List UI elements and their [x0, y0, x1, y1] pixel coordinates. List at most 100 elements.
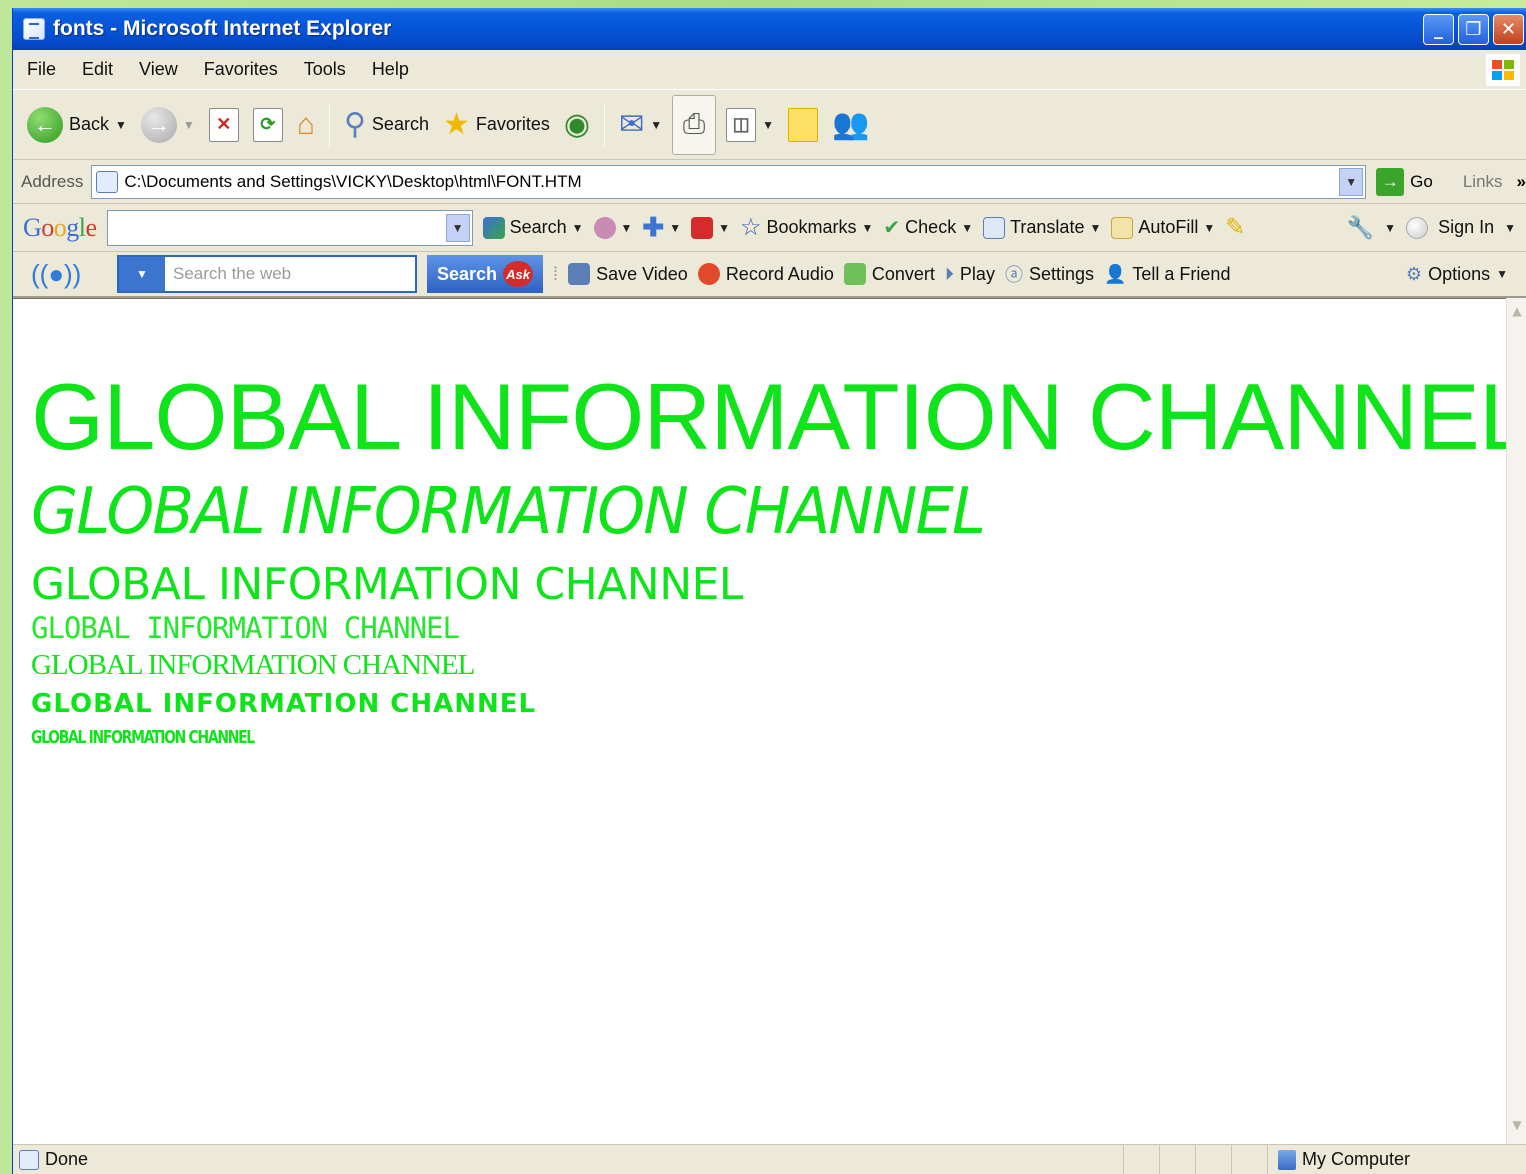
search-engine-picker-icon[interactable]: ▼: [119, 257, 165, 291]
printer-icon: ⎙: [682, 108, 706, 139]
refresh-button[interactable]: ⟳: [249, 97, 287, 153]
google-search-label: Search: [509, 217, 567, 237]
google-search-dropdown[interactable]: ▼: [572, 221, 584, 235]
edit-button[interactable]: ◫ ▼: [722, 97, 778, 153]
spellcheck-button[interactable]: ✔ Check ▼: [883, 215, 973, 240]
messenger-button[interactable]: 👥: [828, 97, 873, 153]
mail-dropdown-icon[interactable]: ▼: [650, 118, 662, 132]
bookmarks-button[interactable]: ☆ Bookmarks ▼: [740, 213, 873, 242]
maximize-button[interactable]: ❐: [1458, 14, 1489, 45]
go-button[interactable]: → Go: [1376, 167, 1433, 196]
menu-favorites[interactable]: Favorites: [204, 59, 278, 80]
page-done-icon: [19, 1149, 39, 1170]
ask-search-input[interactable]: Search the web: [165, 264, 415, 284]
save-video-label: Save Video: [596, 263, 688, 284]
scroll-down-icon[interactable]: ▼: [1509, 1118, 1525, 1136]
pagerank-button[interactable]: ▼: [593, 216, 633, 239]
google-search-button[interactable]: Search ▼: [482, 216, 584, 239]
highlighter-icon[interactable]: ✎: [1225, 213, 1245, 242]
sign-in-dropdown[interactable]: ▼: [1504, 221, 1516, 235]
media-button[interactable]: ◉: [560, 97, 594, 153]
convert-icon: [843, 263, 866, 285]
sign-in-button[interactable]: Sign In: [1438, 217, 1494, 238]
sign-in-icon: [1406, 216, 1429, 239]
close-button[interactable]: ✕: [1493, 14, 1524, 45]
heading-line-5: GLOBAL INFORMATION CHANNEL: [31, 649, 475, 681]
options-dropdown[interactable]: ▼: [1496, 267, 1508, 281]
play-button[interactable]: ⏵ Play: [945, 264, 995, 285]
forward-dropdown-icon[interactable]: ▼: [183, 118, 195, 132]
autofill-button[interactable]: AutoFill ▼: [1111, 216, 1215, 239]
pagerank-dropdown[interactable]: ▼: [621, 221, 633, 235]
links-button[interactable]: Links: [1463, 172, 1503, 192]
status-text: Done: [45, 1149, 89, 1169]
edit-dropdown-icon[interactable]: ▼: [762, 118, 774, 132]
wrench-settings-icon[interactable]: 🔧: [1347, 215, 1374, 241]
translate-button[interactable]: Translate ▼: [983, 216, 1101, 239]
google-search-dropdown-icon[interactable]: ▼: [445, 213, 470, 242]
mail-button[interactable]: ✉ ▼: [615, 97, 666, 153]
google-search-input[interactable]: ▼: [106, 209, 473, 246]
go-arrow-icon: →: [1376, 167, 1405, 196]
my-computer-icon: [1278, 1149, 1296, 1170]
settings-dropdown[interactable]: ▼: [1384, 221, 1396, 235]
ask-search-button[interactable]: Search Ask: [427, 255, 544, 293]
status-cell: [1159, 1145, 1195, 1174]
google-toolbar: Google ▼ Search ▼ ▼ ✚ ▼ ▼ ☆ Bookmarks ▼ …: [13, 204, 1526, 252]
back-dropdown-icon[interactable]: ▼: [115, 118, 127, 132]
check-dropdown[interactable]: ▼: [961, 221, 973, 235]
address-input[interactable]: C:\Documents and Settings\VICKY\Desktop\…: [91, 164, 1367, 199]
back-button[interactable]: ← Back ▼: [23, 97, 131, 153]
popup-blocker-dropdown[interactable]: ▼: [718, 221, 730, 235]
print-button[interactable]: ⎙: [672, 94, 717, 155]
favorites-button[interactable]: ★ Favorites: [439, 97, 554, 153]
messenger-icon: 👥: [832, 107, 870, 141]
bookmarks-star-icon: ☆: [739, 214, 762, 241]
translate-dropdown[interactable]: ▼: [1089, 221, 1101, 235]
record-audio-button[interactable]: Record Audio: [697, 263, 834, 285]
check-label: Check: [905, 217, 957, 237]
notes-icon: [788, 107, 819, 142]
windows-logo-icon: [1486, 54, 1520, 86]
forward-button[interactable]: → ▼: [137, 97, 199, 153]
save-video-button[interactable]: Save Video: [568, 263, 688, 285]
settings-button[interactable]: ⓐ Settings: [1005, 261, 1094, 287]
menu-edit[interactable]: Edit: [82, 59, 113, 80]
menu-help[interactable]: Help: [372, 59, 409, 80]
tell-a-friend-button[interactable]: 👤 Tell a Friend: [1104, 264, 1230, 285]
google-logo: Google: [23, 212, 97, 242]
menu-view[interactable]: View: [139, 59, 178, 80]
address-dropdown-icon[interactable]: ▼: [1339, 167, 1364, 196]
search-icon: ⚲: [343, 107, 366, 141]
radio-signal-icon[interactable]: ((●)): [31, 259, 107, 290]
home-button[interactable]: ⌂: [293, 97, 319, 153]
page-icon: [96, 170, 119, 193]
person-icon: 👤: [1103, 263, 1127, 284]
convert-label: Convert: [871, 263, 935, 284]
stop-button[interactable]: ✕: [205, 97, 243, 153]
settings-label: Settings: [1028, 263, 1094, 284]
vertical-scrollbar[interactable]: ▲ ▼: [1506, 298, 1526, 1144]
minimize-button[interactable]: _: [1423, 14, 1454, 45]
title-bar[interactable]: fonts - Microsoft Internet Explorer _ ❐ …: [13, 8, 1526, 50]
toolbar-separator: [328, 102, 330, 147]
bookmarks-dropdown[interactable]: ▼: [862, 221, 874, 235]
toolbar-separator: [604, 102, 606, 147]
home-icon: ⌂: [296, 107, 315, 141]
notes-button[interactable]: [784, 97, 822, 153]
options-button[interactable]: ⚙ Options ▼: [1406, 264, 1508, 285]
autofill-dropdown[interactable]: ▼: [1203, 221, 1215, 235]
address-bar: Address C:\Documents and Settings\VICKY\…: [13, 160, 1526, 204]
menu-file[interactable]: File: [27, 59, 56, 80]
toolbar-chevron-icon[interactable]: »: [1517, 172, 1526, 192]
search-button[interactable]: ⚲ Search: [340, 97, 433, 153]
menu-tools[interactable]: Tools: [304, 59, 346, 80]
convert-button[interactable]: Convert: [843, 263, 935, 285]
go-label: Go: [1410, 171, 1433, 191]
media-icon: ◉: [563, 107, 591, 141]
popup-blocker-button[interactable]: ▼: [691, 216, 730, 239]
scroll-up-icon[interactable]: ▲: [1509, 304, 1525, 322]
status-cell: [1123, 1145, 1159, 1174]
add-dropdown[interactable]: ▼: [669, 221, 681, 235]
add-button[interactable]: ✚ ▼: [642, 212, 681, 243]
